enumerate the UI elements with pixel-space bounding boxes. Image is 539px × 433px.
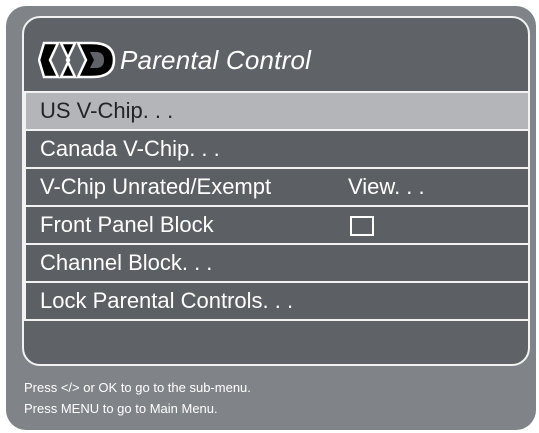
menu-item-channel-block[interactable]: Channel Block. . . bbox=[24, 245, 530, 283]
menu-title: Parental Control bbox=[120, 44, 312, 75]
menu-item-label: Channel Block. . . bbox=[40, 250, 213, 275]
menu-item-label: V-Chip Unrated/Exempt bbox=[40, 174, 272, 199]
menu-item-label: Canada V-Chip. . . bbox=[40, 136, 220, 161]
help-text: Press </> or OK to go to the sub-menu. P… bbox=[24, 377, 251, 419]
menu-item-label: Lock Parental Controls. . . bbox=[40, 288, 294, 313]
help-line-main-menu: Press MENU to go to Main Menu. bbox=[24, 401, 218, 416]
front-panel-block-checkbox[interactable] bbox=[350, 216, 374, 236]
menu-item-label: US V-Chip. . . bbox=[40, 98, 174, 123]
parental-menu: US V-Chip. . . Canada V-Chip. . . V-Chip… bbox=[24, 91, 530, 321]
menu-item-canada-vchip[interactable]: Canada V-Chip. . . bbox=[24, 131, 530, 169]
view-option[interactable]: View. . . bbox=[348, 169, 425, 205]
help-line-submenu: Press </> or OK to go to the sub-menu. bbox=[24, 380, 251, 395]
parental-control-logo-icon bbox=[38, 41, 116, 79]
menu-item-label: Front Panel Block bbox=[40, 212, 214, 237]
header: Parental Control bbox=[38, 38, 311, 82]
menu-item-lock-parental-controls[interactable]: Lock Parental Controls. . . bbox=[24, 283, 530, 321]
menu-item-front-panel-block[interactable]: Front Panel Block bbox=[24, 207, 530, 245]
menu-item-vchip-unrated-exempt[interactable]: V-Chip Unrated/Exempt View. . . bbox=[24, 169, 530, 207]
menu-item-us-vchip[interactable]: US V-Chip. . . bbox=[24, 91, 530, 131]
tv-screen: Parental Control US V-Chip. . . Canada V… bbox=[0, 0, 539, 433]
